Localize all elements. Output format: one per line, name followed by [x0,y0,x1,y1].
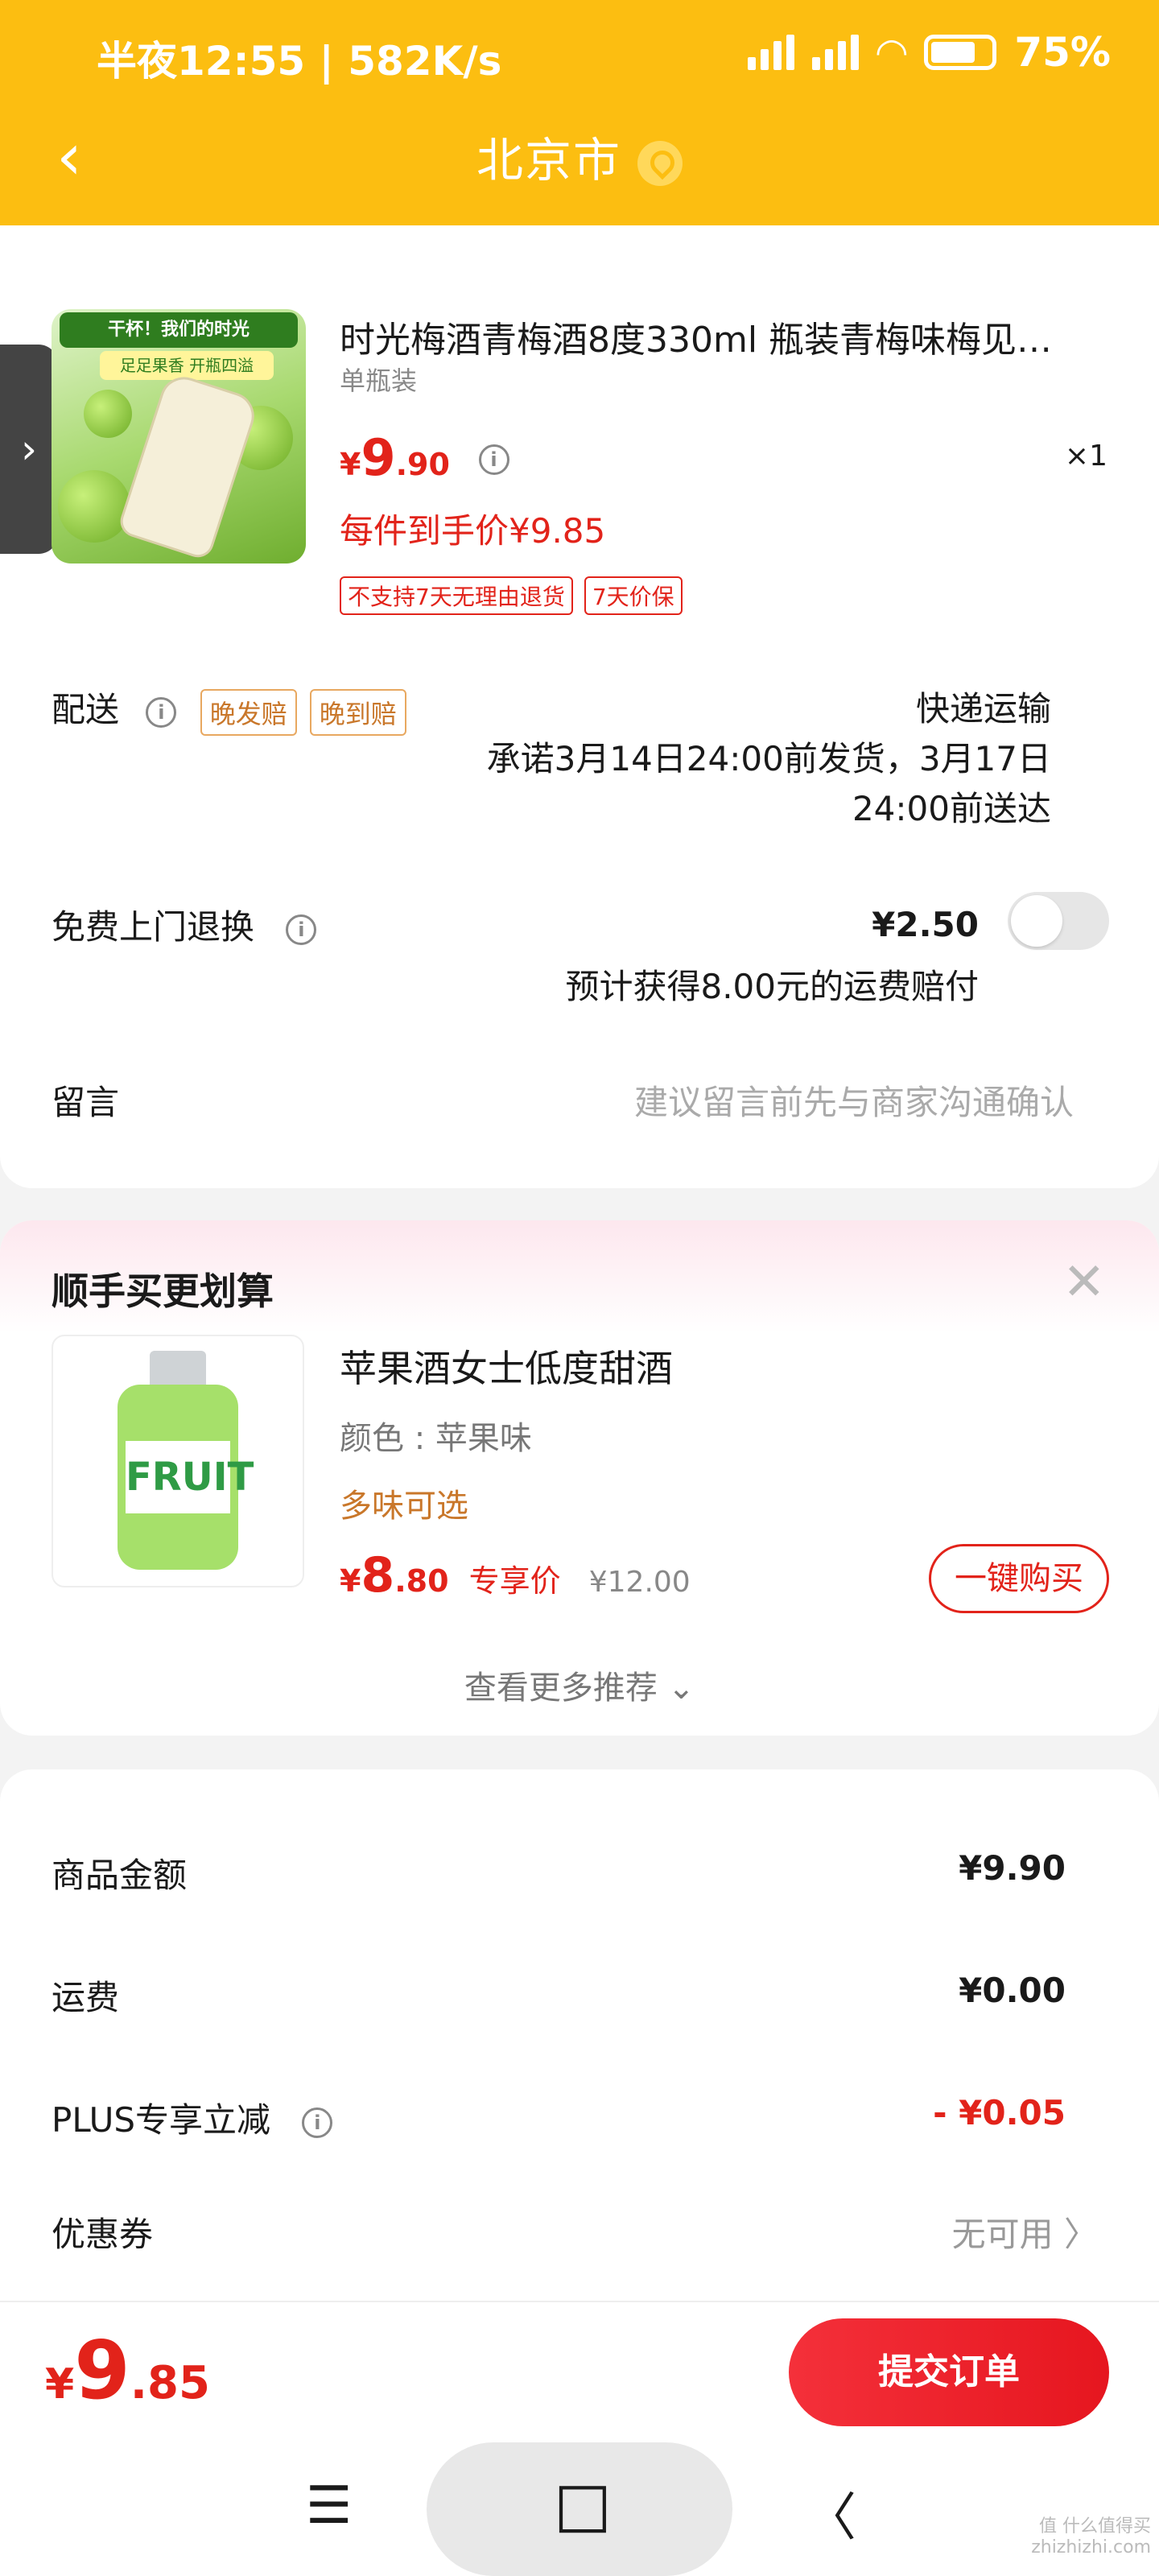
product-spec: 单瓶装 [340,365,418,396]
one-click-buy-button[interactable]: 一键购买 [929,1544,1109,1613]
signal-icon-2 [812,35,860,70]
summary-label: PLUS专享立减 [52,2100,271,2140]
price-decimal: .90 [395,447,450,482]
battery-icon [924,35,997,70]
chevron-right-icon: › [21,426,37,473]
return-service-price: ¥2.50 [872,905,979,944]
info-icon[interactable]: i [286,914,317,945]
total-price: ¥9.85 [45,2323,210,2417]
see-more-recommend[interactable]: 查看更多推荐 ⌄ [0,1662,1159,1708]
menu-icon[interactable]: ☰ [306,2476,352,2536]
delivery-promise-1: 承诺3月14日24:00前发货，3月17日 [486,739,1051,778]
plum-graphic [84,390,132,438]
return-service-label: 免费上门退换 [52,907,255,947]
status-bar: 半夜12:55 | 582K/s ◠ 75% [0,0,1159,113]
price-tag: 专享价 [468,1563,561,1599]
plum-graphic [58,470,130,543]
delivery-label: 配送 [52,690,120,729]
watermark: 值 什么值得买 zhizhizhi.com [1031,2516,1151,2557]
price-symbol: ¥ [340,447,361,482]
original-price: ¥12.00 [588,1566,691,1599]
status-time: 半夜12:55 | 582K/s [97,38,502,85]
delivery-info: 快递运输 承诺3月14日24:00前发货，3月17日 24:00前送达 [439,684,1051,834]
delivery-method: 快递运输 [915,689,1051,729]
status-icons: ◠ 75% [748,29,1111,76]
recommend-item-price: ¥8.80 专享价 ¥12.00 [340,1547,691,1604]
battery-level: 75% [1014,29,1111,76]
page-title-text: 北京市 [476,133,621,188]
product-image-banner: 干杯！我们的时光 [60,312,298,348]
summary-row-goods: 商品金额 ¥9.90 [52,1848,1066,1897]
price-decimal: .85 [130,2357,210,2409]
price-integer: 9 [74,2323,130,2417]
summary-value: 无可用 〉 [951,2215,1098,2254]
tag-late-arrive: 晚到赔 [309,688,406,736]
summary-value: ¥9.90 [959,1848,1066,1888]
tag-price-protect: 7天价保 [584,576,683,615]
recommend-title: 顺手买更划算 [52,1269,274,1313]
bottle-label: FRUIT [126,1441,254,1513]
page-title[interactable]: 北京市 [0,122,1159,190]
tag-late-ship: 晚发赔 [200,688,297,736]
product-title[interactable]: 时光梅酒青梅酒8度330ml 瓶装青梅味梅见… [340,311,1088,362]
bottle-graphic [116,370,261,562]
summary-row-plus-discount: PLUS专享立减 i - ¥0.05 [52,2093,1066,2142]
signal-icon [748,35,795,70]
summary-label: 商品金额 [52,1856,188,1895]
price-symbol: ¥ [340,1563,361,1599]
submit-order-button[interactable]: 提交订单 [789,2318,1109,2426]
deal-price: 每件到手价¥9.85 [340,511,606,551]
return-service-row: 免费上门退换 i [52,900,317,949]
home-square-icon[interactable]: □ [554,2468,612,2540]
back-icon[interactable]: 〈 [805,2476,856,2550]
product-price: ¥9.90 i [340,428,509,487]
price-integer: 9 [361,428,396,487]
app-header: 半夜12:55 | 582K/s ◠ 75% ‹ 北京市 [0,0,1159,225]
info-icon[interactable]: i [146,696,177,728]
summary-label: 运费 [52,1978,120,2017]
recommend-item-option: 多味可选 [340,1488,468,1525]
recommend-image[interactable]: FRUIT [52,1335,304,1587]
info-icon[interactable]: i [478,444,509,475]
delivery-row: 配送 i 晚发赔 晚到赔 [52,683,406,736]
side-expand-tab[interactable]: › [0,345,58,554]
message-label: 留言 [52,1083,120,1122]
tag-no-return: 不支持7天无理由退货 [340,576,573,615]
wifi-icon: ◠ [876,30,907,75]
price-decimal: .80 [394,1563,449,1599]
summary-row-coupon[interactable]: 优惠券 无可用 〉 [52,2207,1098,2256]
product-image-subbanner: 足足果香 开瓶四溢 [100,351,274,380]
recommend-item-title[interactable]: 苹果酒女士低度甜酒 [340,1340,673,1393]
return-service-note: 预计获得8.00元的运费赔付 [565,967,979,1006]
price-integer: 8 [361,1547,395,1604]
close-icon[interactable]: ✕ [1062,1253,1106,1312]
product-tags: 不支持7天无理由退货 7天价保 [340,576,694,615]
product-quantity: ×1 [1064,440,1107,473]
location-pin-icon [637,140,683,186]
summary-value: ¥0.00 [959,1971,1066,2010]
summary-row-shipping: 运费 ¥0.00 [52,1971,1066,2020]
message-input[interactable]: 建议留言前先与商家沟通确认 [634,1075,1074,1125]
delivery-promise-2: 24:00前送达 [852,789,1051,828]
summary-value: - ¥0.05 [933,2093,1066,2132]
product-image[interactable]: 干杯！我们的时光 足足果香 开瓶四溢 [52,309,306,564]
recommend-item-color: 颜色 : 苹果味 [340,1420,532,1457]
info-icon[interactable]: i [302,2107,333,2138]
price-symbol: ¥ [45,2360,75,2409]
summary-label: 优惠券 [52,2215,154,2254]
return-service-toggle[interactable] [1008,892,1109,950]
